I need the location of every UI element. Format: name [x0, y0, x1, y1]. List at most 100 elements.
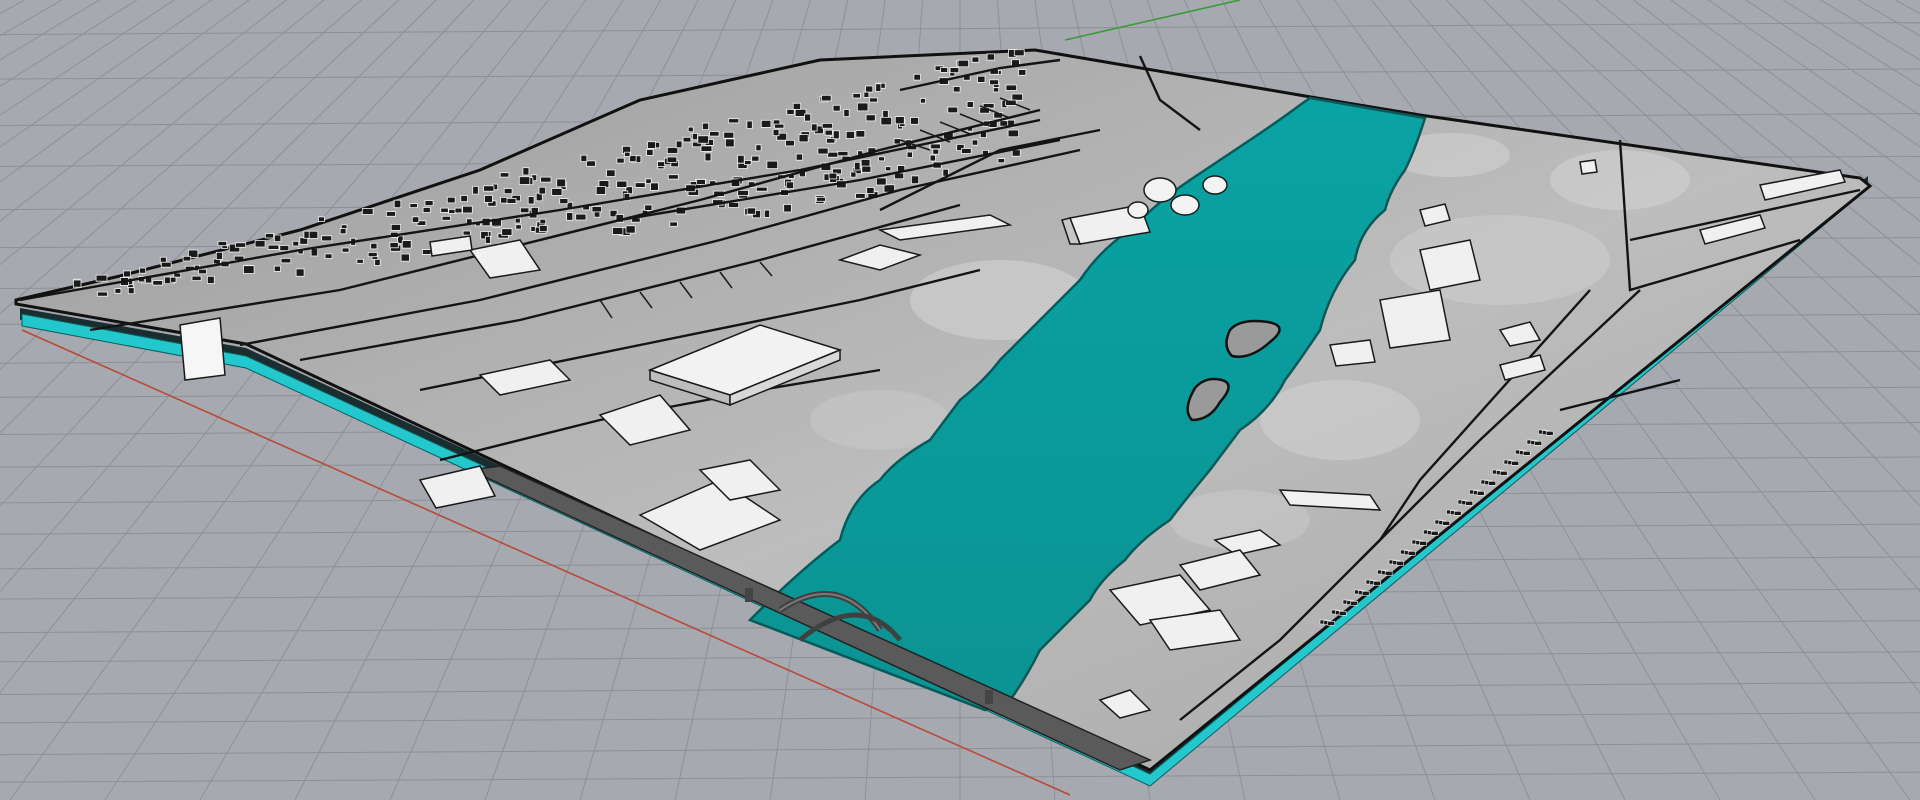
- house-block: [400, 253, 410, 262]
- house-block: [966, 101, 974, 108]
- house-block: [911, 175, 920, 185]
- house-block: [501, 228, 513, 236]
- house-block: [575, 213, 587, 221]
- house-block: [593, 211, 601, 218]
- house-block: [367, 251, 378, 258]
- house-block: [424, 200, 434, 207]
- house-block: [321, 235, 333, 242]
- house-block: [1018, 69, 1027, 76]
- house-block: [882, 110, 889, 119]
- house-block: [785, 181, 794, 189]
- vehicle: [1338, 610, 1347, 616]
- house-block: [644, 204, 653, 211]
- house-block: [401, 240, 412, 249]
- house-block: [845, 130, 856, 139]
- viewport-canvas[interactable]: [0, 0, 1920, 800]
- house-block: [114, 288, 122, 294]
- house-block: [462, 230, 471, 236]
- house-block: [647, 141, 656, 149]
- perspective-viewport[interactable]: [0, 0, 1920, 800]
- house-block: [751, 155, 760, 162]
- house-block: [393, 199, 402, 209]
- house-block: [505, 197, 517, 204]
- house-block: [875, 83, 882, 92]
- house-block: [411, 216, 420, 223]
- house-block: [341, 247, 350, 253]
- house-block: [785, 139, 795, 147]
- house-block: [123, 270, 132, 278]
- house-block: [646, 149, 654, 156]
- house-block: [910, 117, 919, 125]
- house-block: [783, 204, 792, 213]
- house-block: [827, 151, 839, 158]
- house-block: [824, 129, 833, 136]
- house-block: [878, 156, 885, 162]
- house-block: [169, 276, 177, 283]
- house-block: [559, 198, 569, 205]
- house-block: [462, 205, 473, 214]
- house-block: [612, 227, 624, 235]
- house-block: [700, 145, 713, 152]
- house-block: [515, 224, 522, 230]
- house-block: [760, 119, 772, 128]
- house-block: [947, 106, 959, 114]
- house-block: [669, 221, 678, 227]
- house-block: [440, 207, 449, 213]
- vehicle: [1499, 470, 1508, 476]
- house-block: [580, 154, 588, 162]
- house-block: [460, 195, 468, 202]
- house-block: [215, 251, 223, 260]
- house-block: [865, 85, 874, 93]
- house-block: [843, 109, 850, 117]
- house-block: [273, 234, 282, 242]
- house-block: [295, 268, 305, 277]
- house-block: [997, 158, 1005, 164]
- house-block: [292, 240, 300, 247]
- house-block: [540, 176, 552, 183]
- vehicle: [1350, 600, 1358, 606]
- house-block: [389, 242, 399, 249]
- house-block: [704, 152, 712, 162]
- house-block: [625, 225, 636, 234]
- house-block: [986, 53, 995, 61]
- house-block: [324, 253, 333, 259]
- house-block: [816, 196, 826, 202]
- vehicle: [1373, 580, 1381, 586]
- house-block: [823, 173, 830, 181]
- house-block: [595, 186, 607, 195]
- house-block: [932, 148, 940, 155]
- house-block: [702, 122, 710, 130]
- house-block: [538, 186, 546, 195]
- house-block: [828, 172, 838, 180]
- vehicle: [1384, 570, 1393, 576]
- house-block: [949, 67, 960, 74]
- house-block: [854, 161, 861, 171]
- vehicle: [1327, 620, 1335, 626]
- house-block: [821, 123, 834, 129]
- house-block: [709, 131, 720, 137]
- house-block: [127, 287, 135, 295]
- house-block: [483, 185, 495, 192]
- house-block: [499, 172, 510, 178]
- house-block: [267, 244, 280, 250]
- house-block: [906, 151, 913, 158]
- house-block: [792, 102, 802, 110]
- house-block: [696, 179, 706, 185]
- vehicle: [1442, 520, 1450, 526]
- house-block: [804, 113, 812, 122]
- house-block: [746, 207, 757, 215]
- house-block: [279, 245, 290, 252]
- house-block: [472, 185, 479, 195]
- house-block: [191, 275, 202, 282]
- house-block: [522, 167, 530, 176]
- house-block: [454, 207, 463, 214]
- house-block: [772, 128, 780, 137]
- house-block: [855, 130, 866, 138]
- house-block: [798, 134, 809, 143]
- house-block: [876, 177, 887, 186]
- house-block: [863, 91, 870, 98]
- house-block: [308, 230, 319, 239]
- house-block: [786, 109, 795, 115]
- house-block: [1011, 93, 1024, 101]
- house-block: [817, 147, 829, 155]
